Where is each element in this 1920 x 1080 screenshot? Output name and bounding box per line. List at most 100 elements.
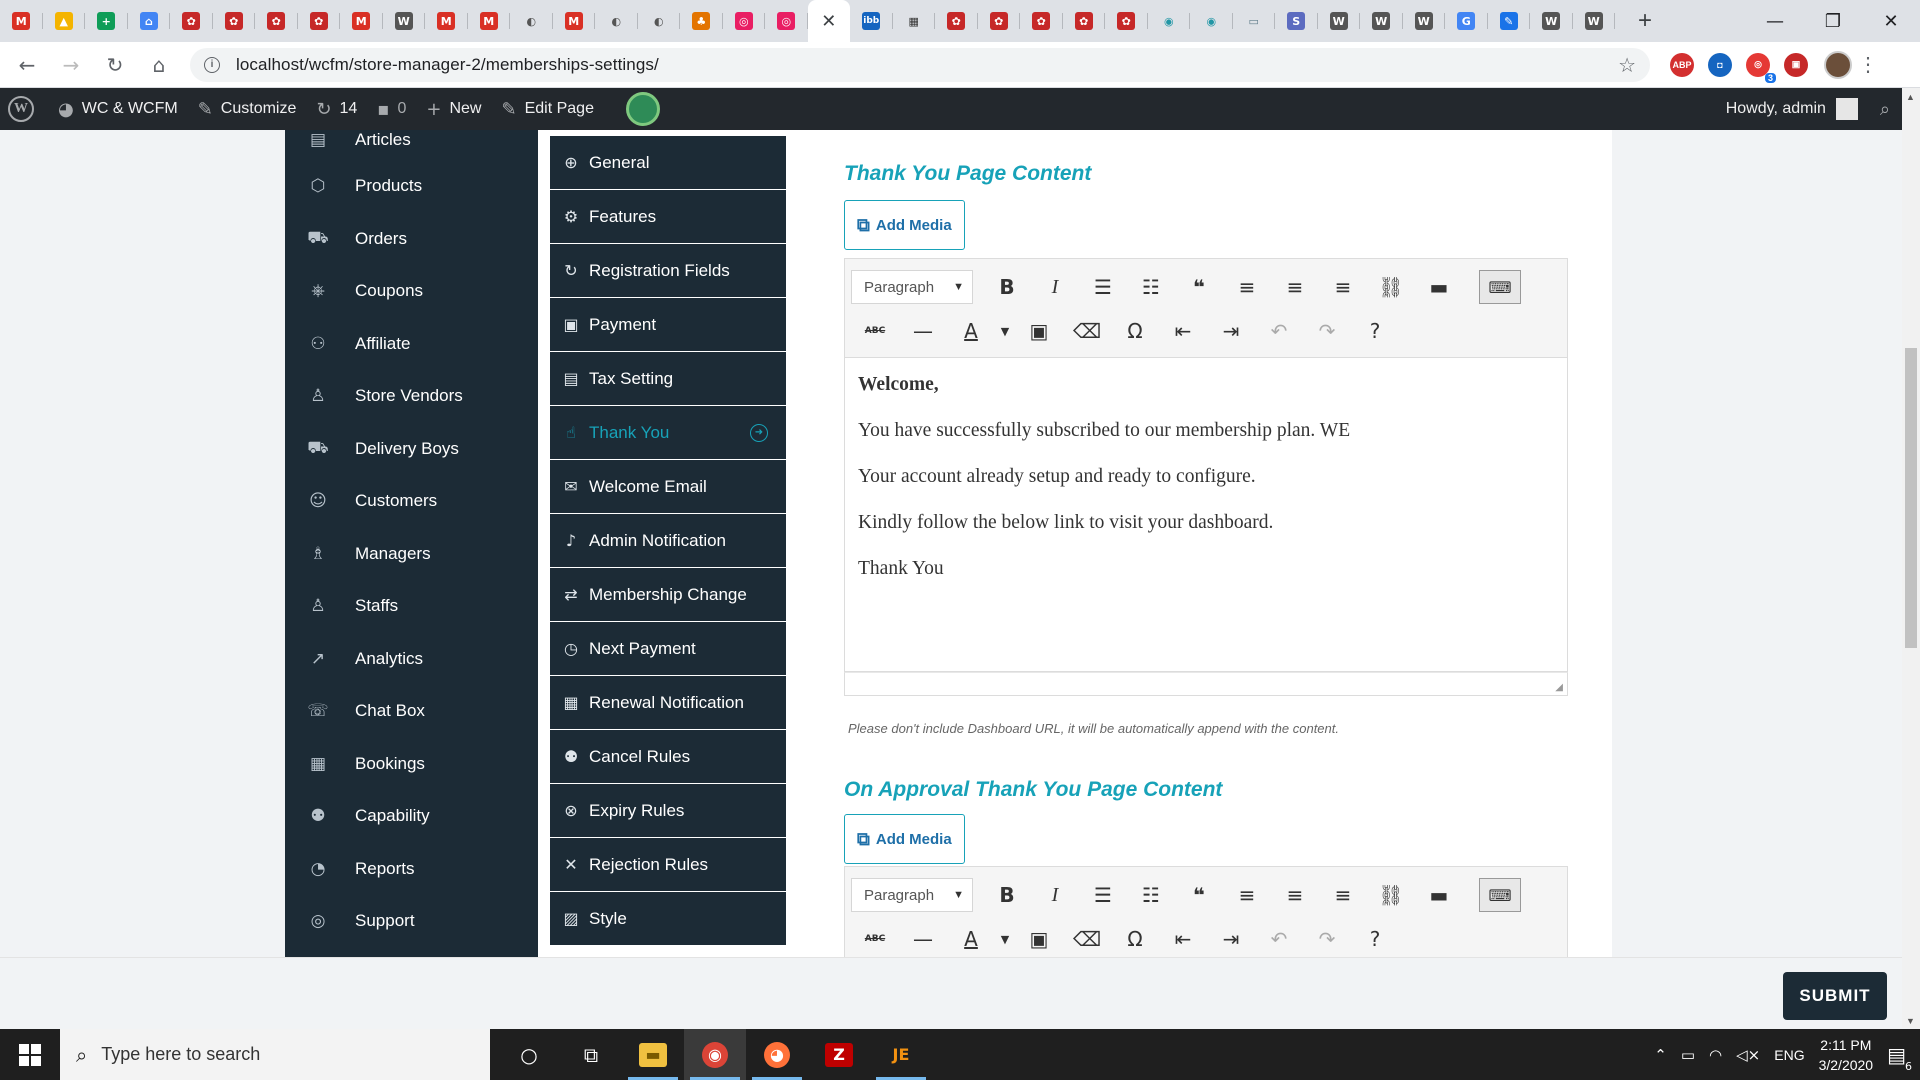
thank-you-editor[interactable]: Welcome, You have successfully subscribe… bbox=[844, 358, 1568, 672]
site-name-link[interactable]: ◕ WC & WCFM bbox=[48, 88, 188, 130]
settings-tab-renewal-notification[interactable]: ▦ Renewal Notification bbox=[550, 676, 786, 730]
updates-link[interactable]: ↻ 14 bbox=[306, 88, 367, 130]
align-center-icon[interactable]: ≡ bbox=[1271, 270, 1319, 304]
browser-tab[interactable]: M bbox=[425, 0, 468, 42]
special-char-icon[interactable]: Ω bbox=[1111, 314, 1159, 348]
browser-tab[interactable]: ⌂ bbox=[128, 0, 171, 42]
browser-tab[interactable]: ◐ bbox=[595, 0, 638, 42]
sidebar-item-capability[interactable]: ⚉ Capability bbox=[285, 790, 538, 843]
wifi-icon[interactable]: ◠ bbox=[1709, 1046, 1722, 1064]
browser-tab[interactable]: ✿ bbox=[1020, 0, 1063, 42]
browser-tab[interactable]: ibb bbox=[850, 0, 893, 42]
new-content-link[interactable]: + New bbox=[416, 88, 491, 130]
indent-icon[interactable]: ⇥ bbox=[1207, 314, 1255, 348]
read-more-icon[interactable]: ▬ bbox=[1415, 270, 1463, 304]
strikethrough-icon[interactable]: ABC bbox=[851, 314, 899, 348]
undo-icon[interactable]: ↶ bbox=[1255, 314, 1303, 348]
browser-tab[interactable]: ◎ bbox=[765, 0, 808, 42]
text-color-caret-icon[interactable]: ▼ bbox=[995, 314, 1015, 348]
browser-tab[interactable]: ◐ bbox=[638, 0, 681, 42]
browser-tab[interactable]: ✿ bbox=[1105, 0, 1148, 42]
settings-tab-tax-setting[interactable]: ▤ Tax Setting bbox=[550, 352, 786, 406]
align-right-icon[interactable]: ≡ bbox=[1319, 878, 1367, 912]
pocket-icon[interactable]: ▣ bbox=[1784, 52, 1808, 77]
paste-text-icon[interactable]: ▣ bbox=[1015, 922, 1063, 956]
start-button[interactable] bbox=[0, 1029, 60, 1080]
bullet-list-icon[interactable]: ☰ bbox=[1079, 878, 1127, 912]
browser-tab[interactable]: S bbox=[1275, 0, 1318, 42]
browser-tab[interactable]: W bbox=[1403, 0, 1446, 42]
browser-tab[interactable]: W bbox=[383, 0, 426, 42]
settings-tab-admin-notification[interactable]: ♪ Admin Notification bbox=[550, 514, 786, 568]
howdy-label[interactable]: Howdy, admin bbox=[1726, 100, 1826, 118]
sidebar-item-coupons[interactable]: ⎈ Coupons bbox=[285, 265, 538, 318]
browser-tab[interactable]: ▭ bbox=[1233, 0, 1276, 42]
clear-format-icon[interactable]: ⌫ bbox=[1063, 922, 1111, 956]
adblock-icon[interactable]: ABP bbox=[1670, 52, 1694, 77]
help-icon[interactable]: ? bbox=[1351, 314, 1399, 348]
settings-tab-registration-fields[interactable]: ↻ Registration Fields bbox=[550, 244, 786, 298]
special-char-icon[interactable]: Ω bbox=[1111, 922, 1159, 956]
settings-tab-next-payment[interactable]: ◷ Next Payment bbox=[550, 622, 786, 676]
redo-icon[interactable]: ↷ bbox=[1303, 314, 1351, 348]
sidebar-item-affiliate[interactable]: ⚇ Affiliate bbox=[285, 318, 538, 371]
italic-icon[interactable]: I bbox=[1031, 878, 1079, 912]
browser-tab[interactable]: + bbox=[85, 0, 128, 42]
sidebar-item-store-vendors[interactable]: ♙ Store Vendors bbox=[285, 370, 538, 423]
sidebar-item-articles[interactable]: ▤ Articles bbox=[285, 130, 538, 160]
settings-tab-style[interactable]: ▨ Style bbox=[550, 892, 786, 946]
sidebar-item-delivery-boys[interactable]: ⛟ Delivery Boys bbox=[285, 423, 538, 476]
bullet-list-icon[interactable]: ☰ bbox=[1079, 270, 1127, 304]
cortana-icon[interactable]: ○ bbox=[498, 1029, 560, 1080]
browser-tab[interactable]: ✎ bbox=[1488, 0, 1531, 42]
browser-menu-icon[interactable]: ⋮ bbox=[1858, 52, 1878, 77]
browser-tab[interactable]: ▦ bbox=[893, 0, 936, 42]
format-select[interactable]: Paragraph ▼ bbox=[851, 270, 973, 304]
settings-tab-expiry-rules[interactable]: ⊗ Expiry Rules bbox=[550, 784, 786, 838]
browser-tab[interactable]: M bbox=[0, 0, 43, 42]
browser-tab[interactable]: ✿ bbox=[978, 0, 1021, 42]
scroll-down-arrow-icon[interactable]: ▼ bbox=[1906, 1016, 1915, 1026]
undo-icon[interactable]: ↶ bbox=[1255, 922, 1303, 956]
volume-muted-icon[interactable]: ◁× bbox=[1736, 1046, 1760, 1064]
site-info-icon[interactable]: i bbox=[204, 56, 220, 73]
jedit-icon[interactable]: JE bbox=[870, 1029, 932, 1080]
bold-icon[interactable]: B bbox=[983, 878, 1031, 912]
comments-link[interactable]: ▪ 0 bbox=[367, 88, 416, 130]
firefox-icon[interactable]: ◕ bbox=[746, 1029, 808, 1080]
reload-button[interactable]: ↻ bbox=[98, 48, 132, 82]
restore-button[interactable]: ❐ bbox=[1804, 0, 1862, 42]
wcfm-globe-icon[interactable] bbox=[625, 92, 660, 126]
browser-tab[interactable]: W bbox=[1530, 0, 1573, 42]
toolbar-toggle-icon[interactable]: ⌨ bbox=[1479, 270, 1521, 304]
add-media-button[interactable]: ⧉ Add Media bbox=[844, 200, 965, 250]
language-indicator[interactable]: ENG bbox=[1774, 1047, 1804, 1063]
text-color-caret-icon[interactable]: ▼ bbox=[995, 922, 1015, 956]
filezilla-icon[interactable]: Z bbox=[808, 1029, 870, 1080]
browser-tab[interactable]: M bbox=[340, 0, 383, 42]
browser-tab[interactable]: W bbox=[1360, 0, 1403, 42]
sidebar-item-orders[interactable]: ⛟ Orders bbox=[285, 213, 538, 266]
sidebar-item-products[interactable]: ⬡ Products bbox=[285, 160, 538, 213]
help-icon[interactable]: ? bbox=[1351, 922, 1399, 956]
numbered-list-icon[interactable]: ☷ bbox=[1127, 878, 1175, 912]
strikethrough-icon[interactable]: ABC bbox=[851, 922, 899, 956]
settings-tab-welcome-email[interactable]: ✉ Welcome Email bbox=[550, 460, 786, 514]
redo-icon[interactable]: ↷ bbox=[1303, 922, 1351, 956]
close-window-button[interactable]: ✕ bbox=[1862, 0, 1920, 42]
notification-center-icon[interactable]: ▤ 6 bbox=[1887, 1043, 1912, 1073]
battery-icon[interactable]: ▭ bbox=[1681, 1046, 1695, 1064]
clear-format-icon[interactable]: ⌫ bbox=[1063, 314, 1111, 348]
page-scrollbar[interactable]: ▲ ▼ bbox=[1902, 88, 1920, 1028]
browser-tab[interactable]: M bbox=[553, 0, 596, 42]
settings-tab-thank-you[interactable]: ☝ Thank You ➜ bbox=[550, 406, 786, 460]
new-tab-button[interactable]: + bbox=[1625, 0, 1665, 42]
wordpress-logo-icon[interactable]: W bbox=[8, 96, 34, 122]
browser-tab[interactable]: ✿ bbox=[170, 0, 213, 42]
add-media-button[interactable]: ⧉ Add Media bbox=[844, 814, 965, 864]
outdent-icon[interactable]: ⇤ bbox=[1159, 314, 1207, 348]
address-bar[interactable]: i localhost/wcfm/store-manager-2/members… bbox=[190, 47, 1650, 82]
bookmark-star-icon[interactable]: ☆ bbox=[1618, 53, 1636, 77]
browser-tab[interactable]: ✿ bbox=[255, 0, 298, 42]
scroll-up-arrow-icon[interactable]: ▲ bbox=[1906, 92, 1915, 102]
